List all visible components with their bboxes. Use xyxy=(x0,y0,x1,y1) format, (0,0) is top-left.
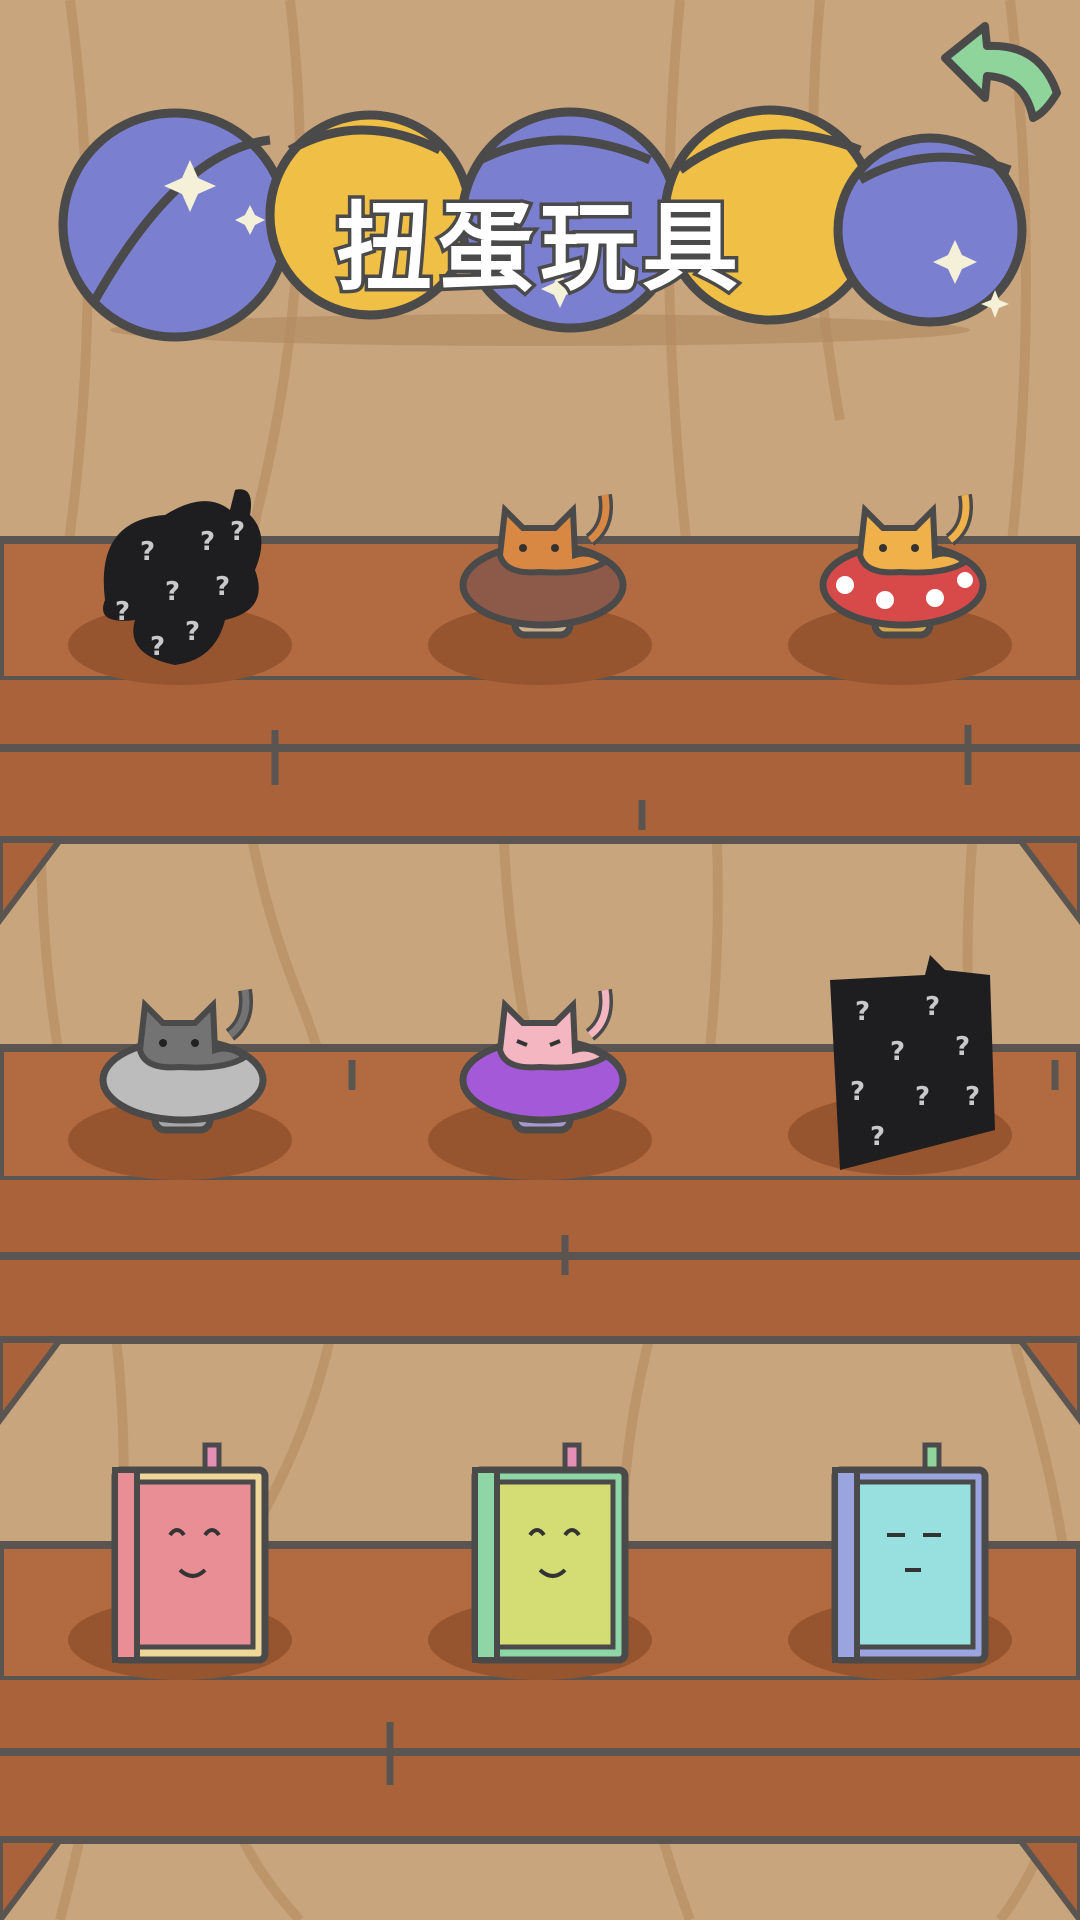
cat-mushroom-icon xyxy=(68,988,292,1180)
smiling-book-icon xyxy=(68,1442,292,1680)
collection-slot-item[interactable] xyxy=(55,1440,315,1680)
svg-text:?: ? xyxy=(850,1077,865,1107)
svg-text:?: ? xyxy=(200,527,215,557)
page-title: 扭蛋玩具 xyxy=(333,189,744,308)
title-banner: 扭蛋玩具 xyxy=(0,0,1080,360)
svg-text:?: ? xyxy=(915,1082,930,1112)
smiling-book-icon xyxy=(428,1442,652,1680)
collection-slot-item[interactable] xyxy=(415,1440,675,1680)
cat-mushroom-icon xyxy=(788,493,1012,685)
svg-text:?: ? xyxy=(965,1082,980,1112)
svg-text:?: ? xyxy=(140,537,155,567)
back-button[interactable] xyxy=(925,18,1065,128)
svg-text:?: ? xyxy=(165,577,180,607)
collection-slot-item[interactable] xyxy=(775,1440,1035,1680)
svg-text:?: ? xyxy=(855,997,870,1027)
svg-text:?: ? xyxy=(150,632,165,662)
svg-text:?: ? xyxy=(890,1037,905,1067)
question-mark-silhouette-icon: ??? ??? ?? xyxy=(68,489,292,685)
svg-text:?: ? xyxy=(230,517,245,547)
collection-slot-item[interactable] xyxy=(415,470,675,710)
collection-slot-locked[interactable]: ??? ??? ?? xyxy=(55,460,315,700)
back-arrow-icon xyxy=(941,22,1061,122)
svg-text:?: ? xyxy=(215,572,230,602)
svg-text:?: ? xyxy=(925,992,940,1022)
svg-text:?: ? xyxy=(115,597,130,627)
collection-slot-locked[interactable]: ??? ??? ?? xyxy=(775,940,1035,1180)
collection-slot-item[interactable] xyxy=(775,470,1035,710)
sleepy-book-icon xyxy=(788,1442,1012,1680)
svg-text:?: ? xyxy=(185,617,200,647)
svg-text:?: ? xyxy=(870,1122,885,1152)
cat-mushroom-icon xyxy=(428,493,652,685)
collection-slot-item[interactable] xyxy=(55,975,315,1215)
collection-slot-item[interactable] xyxy=(415,975,675,1215)
question-mark-silhouette-icon: ??? ??? ?? xyxy=(788,955,1012,1175)
svg-text:?: ? xyxy=(955,1032,970,1062)
cat-mushroom-icon xyxy=(428,988,652,1180)
